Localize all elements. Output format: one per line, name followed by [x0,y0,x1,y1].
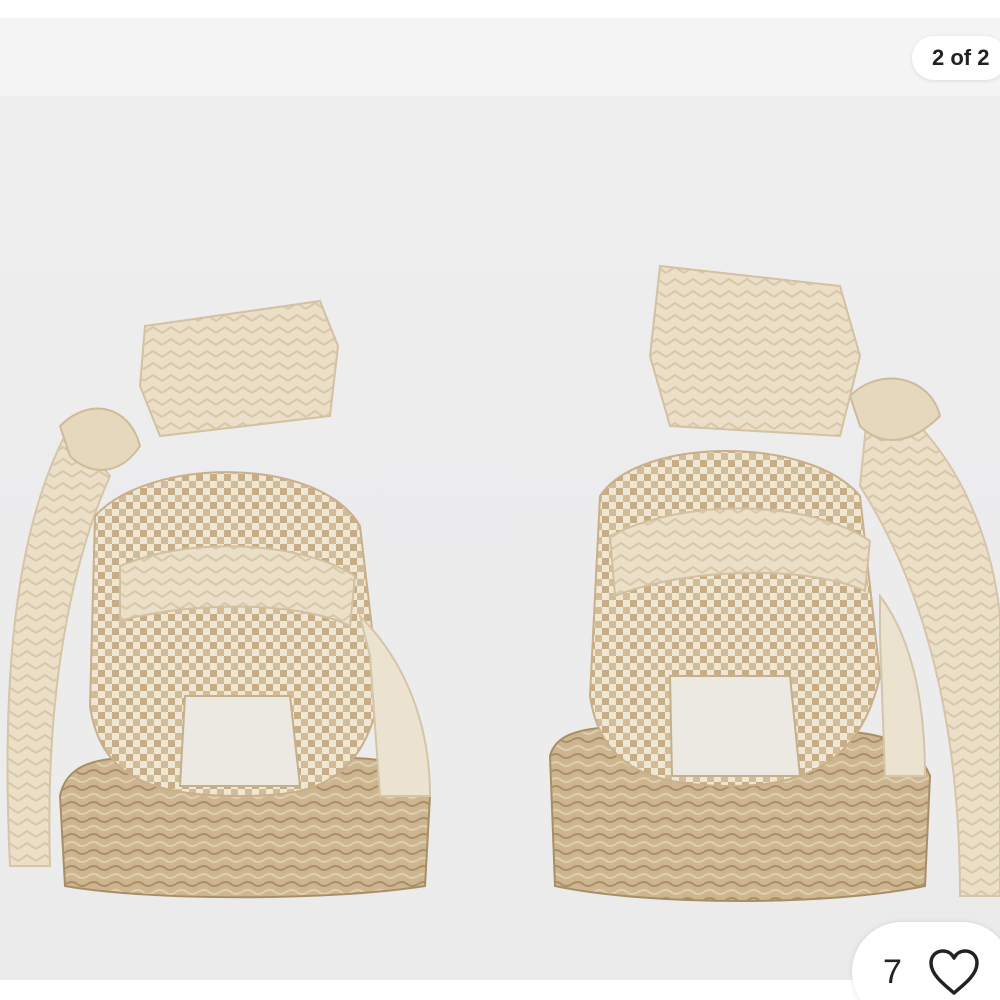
like-count: 7 [883,953,902,991]
left-sandal [6,299,432,899]
top-bar [0,18,1000,96]
bottom-bar [0,980,1000,1000]
image-viewer: 2 of 2 7 [0,0,1000,1000]
espadrille-sandals-illustration [6,264,1000,902]
product-photo[interactable] [0,96,1000,980]
right-sandal [548,264,1000,902]
image-page-counter: 2 of 2 [912,36,1000,80]
heart-outline-icon[interactable] [926,946,982,998]
